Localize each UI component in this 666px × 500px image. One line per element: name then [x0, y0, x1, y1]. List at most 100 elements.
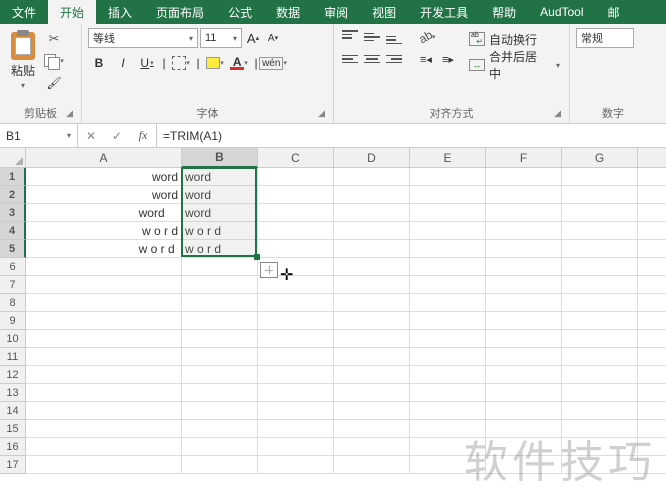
cell-F10[interactable]: [486, 330, 562, 348]
cell-E12[interactable]: [410, 366, 486, 384]
colhead-A[interactable]: A: [26, 148, 182, 168]
cell-B8[interactable]: [182, 294, 258, 312]
tab-邮[interactable]: 邮: [596, 0, 632, 24]
cell-B6[interactable]: [182, 258, 258, 276]
cell-A11[interactable]: [26, 348, 182, 366]
cell-D6[interactable]: [334, 258, 410, 276]
cell-D8[interactable]: [334, 294, 410, 312]
cell-G12[interactable]: [562, 366, 638, 384]
cell-G3[interactable]: [562, 204, 638, 222]
cell-G6[interactable]: [562, 258, 638, 276]
cell-B7[interactable]: [182, 276, 258, 294]
cell-G16[interactable]: [562, 438, 638, 456]
align-bottom-button[interactable]: [384, 28, 404, 46]
cell-A2[interactable]: word: [26, 186, 182, 204]
formula-input[interactable]: =TRIM(A1): [157, 124, 666, 147]
cell-F7[interactable]: [486, 276, 562, 294]
cell-A5[interactable]: w o r d: [26, 240, 182, 258]
cell-B4[interactable]: w o r d: [182, 222, 258, 240]
cell-E17[interactable]: [410, 456, 486, 474]
cell-F4[interactable]: [486, 222, 562, 240]
cell-D3[interactable]: [334, 204, 410, 222]
cell-B11[interactable]: [182, 348, 258, 366]
cell-C8[interactable]: [258, 294, 334, 312]
italic-button[interactable]: I: [112, 52, 134, 74]
cell-E3[interactable]: [410, 204, 486, 222]
cell-F12[interactable]: [486, 366, 562, 384]
colhead-H[interactable]: H: [638, 148, 666, 168]
cell-H9[interactable]: [638, 312, 666, 330]
merge-center-button[interactable]: 合并后居中▾: [466, 54, 563, 76]
cell-H5[interactable]: [638, 240, 666, 258]
cell-B1[interactable]: word: [182, 168, 258, 186]
font-name-select[interactable]: 等线▾: [88, 28, 198, 48]
cell-F1[interactable]: [486, 168, 562, 186]
cell-A16[interactable]: [26, 438, 182, 456]
cell-G11[interactable]: [562, 348, 638, 366]
cell-G13[interactable]: [562, 384, 638, 402]
cell-F16[interactable]: [486, 438, 562, 456]
cell-G14[interactable]: [562, 402, 638, 420]
rowhead-15[interactable]: 15: [0, 420, 26, 438]
cell-B9[interactable]: [182, 312, 258, 330]
tab-开始[interactable]: 开始: [48, 0, 96, 24]
rowhead-10[interactable]: 10: [0, 330, 26, 348]
cell-H16[interactable]: [638, 438, 666, 456]
cell-A17[interactable]: [26, 456, 182, 474]
cell-C15[interactable]: [258, 420, 334, 438]
cell-D7[interactable]: [334, 276, 410, 294]
dialog-launcher-icon[interactable]: ◢: [318, 108, 325, 119]
cell-B15[interactable]: [182, 420, 258, 438]
cell-H17[interactable]: [638, 456, 666, 474]
cell-H8[interactable]: [638, 294, 666, 312]
rowhead-6[interactable]: 6: [0, 258, 26, 276]
colhead-C[interactable]: C: [258, 148, 334, 168]
cell-F3[interactable]: [486, 204, 562, 222]
colhead-B[interactable]: B: [182, 148, 258, 168]
cell-B17[interactable]: [182, 456, 258, 474]
cell-D17[interactable]: [334, 456, 410, 474]
rowhead-1[interactable]: 1: [0, 168, 26, 186]
cut-button[interactable]: [44, 30, 64, 48]
cell-F8[interactable]: [486, 294, 562, 312]
cell-C17[interactable]: [258, 456, 334, 474]
cell-H15[interactable]: [638, 420, 666, 438]
cell-G4[interactable]: [562, 222, 638, 240]
cell-F17[interactable]: [486, 456, 562, 474]
cell-E4[interactable]: [410, 222, 486, 240]
cell-A8[interactable]: [26, 294, 182, 312]
cell-D9[interactable]: [334, 312, 410, 330]
cell-A14[interactable]: [26, 402, 182, 420]
cell-F6[interactable]: [486, 258, 562, 276]
rowhead-3[interactable]: 3: [0, 204, 26, 222]
cell-C1[interactable]: [258, 168, 334, 186]
cell-F15[interactable]: [486, 420, 562, 438]
align-middle-button[interactable]: [362, 28, 382, 46]
cell-C11[interactable]: [258, 348, 334, 366]
cell-C2[interactable]: [258, 186, 334, 204]
fill-handle[interactable]: [254, 254, 260, 260]
align-center-button[interactable]: [362, 50, 382, 68]
cell-B5[interactable]: w o r d: [182, 240, 258, 258]
tab-帮助[interactable]: 帮助: [480, 0, 528, 24]
cell-G10[interactable]: [562, 330, 638, 348]
cell-G2[interactable]: [562, 186, 638, 204]
rowhead-7[interactable]: 7: [0, 276, 26, 294]
tab-插入[interactable]: 插入: [96, 0, 144, 24]
cell-A6[interactable]: [26, 258, 182, 276]
cell-F13[interactable]: [486, 384, 562, 402]
cell-A3[interactable]: word: [26, 204, 182, 222]
cell-B13[interactable]: [182, 384, 258, 402]
number-format-select[interactable]: 常规▾: [576, 28, 634, 48]
cell-D12[interactable]: [334, 366, 410, 384]
font-size-select[interactable]: 11▾: [200, 28, 242, 48]
cell-B12[interactable]: [182, 366, 258, 384]
cell-G5[interactable]: [562, 240, 638, 258]
insert-function-button[interactable]: fx: [130, 124, 156, 147]
orientation-button[interactable]: ab▾: [416, 28, 438, 46]
increase-indent-button[interactable]: ≡▸: [438, 50, 458, 68]
cell-G9[interactable]: [562, 312, 638, 330]
colhead-D[interactable]: D: [334, 148, 410, 168]
rowhead-12[interactable]: 12: [0, 366, 26, 384]
cancel-formula-button[interactable]: ✕: [78, 124, 104, 147]
